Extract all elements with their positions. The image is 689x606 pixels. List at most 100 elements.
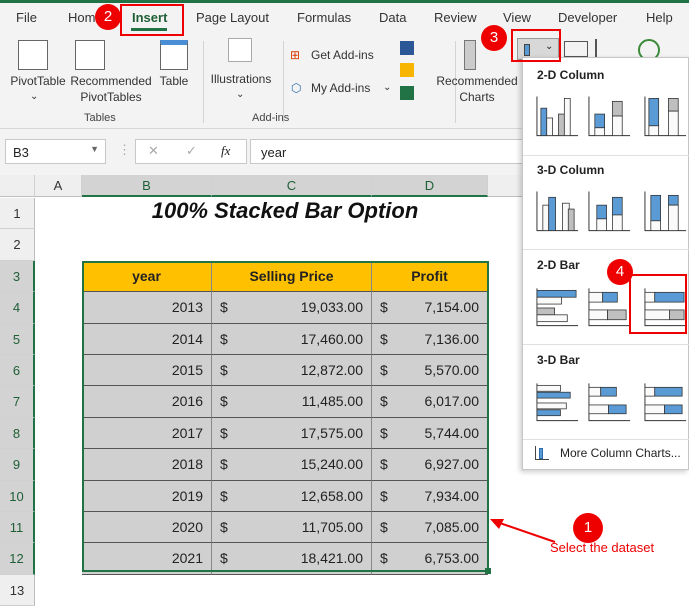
profit-cell[interactable]: $7,085.00 <box>372 512 488 544</box>
selling-price-cell[interactable]: $12,658.00 <box>212 480 372 512</box>
selling-price-cell[interactable]: $17,460.00 <box>212 323 372 355</box>
year-cell[interactable]: 2015 <box>82 355 212 387</box>
select-all-corner[interactable] <box>0 175 35 197</box>
tab-data[interactable]: Data <box>379 10 406 25</box>
100-stacked-column-chart-option[interactable] <box>643 96 688 138</box>
recommended-pivottables-button[interactable]: Recommended PivotTables <box>66 73 156 105</box>
pivottable-button[interactable]: PivotTable <box>8 73 68 89</box>
hierarchy-chart-button[interactable] <box>564 41 588 57</box>
profit-cell[interactable]: $6,017.00 <box>372 386 488 418</box>
stacked-bar-chart-option[interactable] <box>587 286 632 328</box>
table-button[interactable]: Table <box>156 73 192 89</box>
profit-cell[interactable]: $7,136.00 <box>372 323 488 355</box>
stacked-column-chart-option[interactable] <box>587 96 632 138</box>
cancel-icon[interactable]: ✕ <box>148 143 159 159</box>
row-header-8[interactable]: 8 <box>0 417 35 450</box>
currency-symbol: $ <box>220 487 228 504</box>
clustered-column-chart-option[interactable] <box>535 96 580 138</box>
my-addins-button[interactable]: My Add-ins <box>311 80 370 96</box>
insert-function-icon[interactable]: fx <box>221 143 230 159</box>
profit-cell[interactable]: $5,570.00 <box>372 355 488 387</box>
3d-clustered-bar-chart-option[interactable] <box>535 381 580 423</box>
row-header-3[interactable]: 3 <box>0 260 35 293</box>
row-header-4[interactable]: 4 <box>0 292 35 324</box>
visio-icon[interactable] <box>400 41 414 55</box>
row-header-1[interactable]: 1 <box>0 198 35 230</box>
pivottable-icon <box>18 40 48 70</box>
fill-handle[interactable] <box>485 568 491 574</box>
3d-100-stacked-bar-chart-option[interactable] <box>643 381 688 423</box>
year-cell[interactable]: 2013 <box>82 292 212 324</box>
selling-price-cell[interactable]: $11,705.00 <box>212 512 372 544</box>
amount: 6,753.00 <box>424 550 480 567</box>
profit-cell[interactable]: $6,753.00 <box>372 543 488 575</box>
formula-input[interactable]: year <box>250 139 530 164</box>
row-header-11[interactable]: 11 <box>0 512 35 544</box>
row-header-13[interactable]: 13 <box>0 574 35 606</box>
header-cell[interactable]: year <box>82 260 212 293</box>
tab-view[interactable]: View <box>503 10 531 25</box>
year-cell[interactable]: 2021 <box>82 543 212 575</box>
bing-icon[interactable] <box>400 63 414 77</box>
selling-price-cell[interactable]: $18,421.00 <box>212 543 372 575</box>
row-header-12[interactable]: 12 <box>0 543 35 575</box>
formula-controls: ✕ ✓ fx <box>135 139 247 164</box>
tab-page-layout[interactable]: Page Layout <box>196 10 269 25</box>
column-header-c[interactable]: C <box>212 175 372 197</box>
currency-symbol: $ <box>380 330 388 347</box>
year-cell[interactable]: 2020 <box>82 512 212 544</box>
amount: 7,085.00 <box>424 519 480 535</box>
row-header-10[interactable]: 10 <box>0 480 35 512</box>
currency-symbol: $ <box>380 393 388 410</box>
row-header-7[interactable]: 7 <box>0 386 35 418</box>
selling-price-cell[interactable]: $15,240.00 <box>212 449 372 481</box>
column-header-a[interactable]: A <box>35 175 82 197</box>
illustrations-button[interactable]: Illustrations <box>208 71 274 87</box>
profit-cell[interactable]: $7,934.00 <box>372 480 488 512</box>
row-header-5[interactable]: 5 <box>0 323 35 355</box>
waterfall-chart-button[interactable] <box>595 39 621 57</box>
3d-100-stacked-column-chart-option[interactable] <box>643 191 688 233</box>
people-graph-icon[interactable] <box>400 86 414 100</box>
row-header-2[interactable]: 2 <box>0 229 35 261</box>
more-column-charts-link[interactable]: More Column Charts... <box>560 446 681 460</box>
header-cell[interactable]: Profit <box>372 260 488 293</box>
selling-price-cell[interactable]: $19,033.00 <box>212 292 372 324</box>
enter-icon[interactable]: ✓ <box>186 143 197 159</box>
year-cell[interactable]: 2018 <box>82 449 212 481</box>
selling-price-cell[interactable]: $12,872.00 <box>212 355 372 387</box>
clustered-bar-chart-option[interactable] <box>535 286 580 328</box>
get-addins-button[interactable]: Get Add-ins <box>311 47 374 63</box>
tab-help[interactable]: Help <box>646 10 673 25</box>
3d-stacked-bar-chart-option[interactable] <box>587 381 632 423</box>
column-header-d[interactable]: D <box>372 175 488 197</box>
tab-developer[interactable]: Developer <box>558 10 617 25</box>
profit-cell[interactable]: $5,744.00 <box>372 417 488 450</box>
year-cell[interactable]: 2014 <box>82 323 212 355</box>
3d-stacked-column-chart-option[interactable] <box>587 191 632 233</box>
tab-formulas[interactable]: Formulas <box>297 10 351 25</box>
name-box-value: B3 <box>13 145 29 160</box>
header-cell[interactable]: Selling Price <box>212 260 372 293</box>
column-header-b[interactable]: B <box>82 175 212 197</box>
callout-box-column-chart <box>511 29 561 62</box>
recommended-charts-button[interactable]: Recommended Charts <box>432 73 522 105</box>
year-cell[interactable]: 2019 <box>82 480 212 512</box>
selling-price-cell[interactable]: $11,485.00 <box>212 386 372 418</box>
tab-file[interactable]: File <box>16 10 37 25</box>
currency-symbol: $ <box>220 550 228 567</box>
currency-symbol: $ <box>220 456 228 473</box>
profit-cell[interactable]: $7,154.00 <box>372 292 488 324</box>
name-box[interactable]: B3 ▼ <box>5 139 106 164</box>
profit-cell[interactable]: $6,927.00 <box>372 449 488 481</box>
year-cell[interactable]: 2016 <box>82 386 212 418</box>
row-header-9[interactable]: 9 <box>0 449 35 481</box>
3d-clustered-column-chart-option[interactable] <box>535 191 580 233</box>
step-badge-3: 3 <box>481 25 507 51</box>
currency-symbol: $ <box>220 362 228 378</box>
selling-price-cell[interactable]: $17,575.00 <box>212 417 372 450</box>
year-cell[interactable]: 2017 <box>82 417 212 450</box>
currency-symbol: $ <box>380 299 388 316</box>
row-header-6[interactable]: 6 <box>0 355 35 387</box>
tab-review[interactable]: Review <box>434 10 477 25</box>
